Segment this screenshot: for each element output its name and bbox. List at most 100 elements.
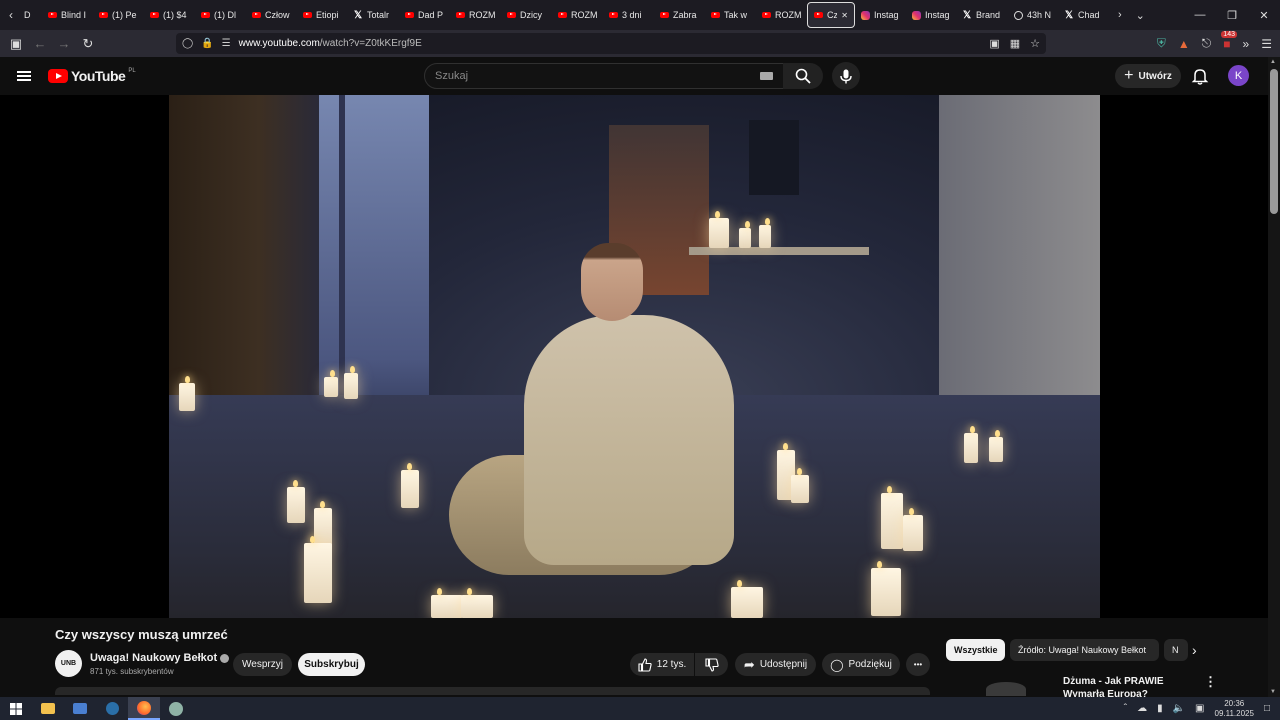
file-explorer-icon[interactable] xyxy=(32,697,64,720)
dislike-button[interactable] xyxy=(695,653,728,676)
notifications-bell-icon[interactable] xyxy=(1190,66,1210,86)
youtube-logo[interactable]: YouTube PL xyxy=(48,68,136,84)
network-app-icon[interactable] xyxy=(64,697,96,720)
browser-tab[interactable]: Instag xyxy=(855,2,906,28)
search-input[interactable]: Szukaj xyxy=(424,63,784,89)
steam-icon[interactable] xyxy=(96,697,128,720)
browser-tab[interactable]: Czy ✕ xyxy=(807,2,855,28)
browser-tab[interactable]: Tak w xyxy=(705,2,756,28)
clock[interactable]: 20:36 09.11.2025 xyxy=(1215,699,1254,719)
window-controls: — ❐ ✕ xyxy=(1184,0,1280,30)
tracking-protection-icon[interactable]: ◯ xyxy=(182,38,193,49)
scroll-down-icon[interactable]: ▼ xyxy=(1270,689,1276,695)
tray-chevron-icon[interactable]: ˆ xyxy=(1124,703,1127,714)
browser-tab[interactable]: Zabra xyxy=(654,2,705,28)
channel-name: Uwaga! Naukowy Bełkot xyxy=(90,652,218,664)
address-bar[interactable]: ◯ 🔒 ☰ www.youtube.com/watch?v=Z0tkKErgf9… xyxy=(176,33,1046,54)
description-box[interactable] xyxy=(55,687,930,695)
restore-icon[interactable]: ❐ xyxy=(1216,0,1248,30)
app-menu-icon[interactable]: ☰ xyxy=(1261,37,1272,51)
browser-tab[interactable]: ROZM xyxy=(450,2,501,28)
browser-tab[interactable]: (1) Dl xyxy=(195,2,246,28)
browser-tab[interactable]: 3 dni xyxy=(603,2,654,28)
ublock-icon[interactable]: ■ 143 xyxy=(1221,30,1237,51)
usb-icon[interactable]: ▮ xyxy=(1157,703,1163,714)
subscribe-button[interactable]: Subskrybuj xyxy=(298,653,365,676)
close-window-icon[interactable]: ✕ xyxy=(1248,0,1280,30)
minimize-icon[interactable]: — xyxy=(1184,0,1216,30)
guide-menu-icon[interactable] xyxy=(17,71,31,81)
video-frame[interactable] xyxy=(169,95,1100,618)
forward-icon[interactable]: → xyxy=(52,36,76,51)
support-button[interactable]: Wesprzyj xyxy=(233,653,292,676)
permissions-icon[interactable]: ☰ xyxy=(222,38,231,49)
bookmark-star-icon[interactable]: ☆ xyxy=(1030,37,1040,50)
firefox-taskbar-icon[interactable] xyxy=(128,697,160,720)
candle xyxy=(903,508,923,551)
close-tab-icon[interactable]: ✕ xyxy=(841,11,848,20)
voice-search-button[interactable] xyxy=(832,62,860,90)
create-button[interactable]: + Utwórz xyxy=(1115,64,1181,88)
reload-icon[interactable]: ↻ xyxy=(76,36,100,52)
browser-tab[interactable]: ROZM xyxy=(756,2,807,28)
account-avatar[interactable]: K xyxy=(1228,65,1249,86)
onedrive-icon[interactable]: ☁ xyxy=(1137,703,1147,714)
browser-tab-label: ROZM xyxy=(775,10,801,20)
lock-icon[interactable]: 🔒 xyxy=(201,38,213,49)
shield-extension-icon[interactable]: ⛨ xyxy=(1157,36,1166,51)
channel-avatar[interactable]: UNB xyxy=(55,650,82,677)
network-icon[interactable]: ▣ xyxy=(1195,703,1204,714)
browser-tab[interactable]: Blind I xyxy=(42,2,93,28)
keyboard-icon[interactable] xyxy=(760,72,773,80)
recommendation-menu-icon[interactable]: ⋮ xyxy=(1204,674,1217,690)
list-all-tabs-icon[interactable]: ⌄ xyxy=(1136,9,1145,22)
extensions-icon[interactable]: ⎋ xyxy=(1202,36,1212,51)
volume-icon[interactable]: 🔈 xyxy=(1173,703,1185,714)
more-actions-button[interactable]: ••• xyxy=(906,653,930,676)
fox-extension-icon[interactable]: ▲ xyxy=(1178,37,1190,51)
browser-tab[interactable]: 𝕏 Chad xyxy=(1059,2,1110,28)
candle xyxy=(304,536,332,603)
chip-all[interactable]: Wszystkie xyxy=(946,639,1005,661)
browser-tab[interactable]: Człow xyxy=(246,2,297,28)
browser-tab[interactable]: (1) $4 xyxy=(144,2,195,28)
overflow-menu-icon[interactable]: » xyxy=(1243,37,1250,51)
notifications-icon[interactable]: □ xyxy=(1264,703,1270,714)
browser-tab[interactable]: 43h N xyxy=(1008,2,1059,28)
browser-tab[interactable]: Dad P xyxy=(399,2,450,28)
search-button[interactable] xyxy=(783,63,823,89)
scrollbar-thumb[interactable] xyxy=(1270,69,1278,214)
tab-scroll-left-icon[interactable]: ‹ xyxy=(4,8,18,22)
browser-tab[interactable]: D xyxy=(18,2,42,28)
like-button[interactable]: 12 tys. xyxy=(630,653,694,676)
tab-scroll-right-icon[interactable]: › xyxy=(1118,9,1122,21)
scroll-up-icon[interactable]: ▲ xyxy=(1270,59,1276,65)
picture-in-picture-icon[interactable]: ▣ xyxy=(989,37,999,50)
reader-view-icon[interactable]: ▦ xyxy=(1010,37,1020,50)
browser-tab[interactable]: Instag xyxy=(906,2,957,28)
browser-tab-label: D xyxy=(24,10,31,20)
browser-tab[interactable]: 𝕏 Totalr xyxy=(348,2,399,28)
windows-start-icon[interactable] xyxy=(0,697,32,720)
browser-tab[interactable]: 𝕏 Brand xyxy=(957,2,1008,28)
chip-next[interactable]: N xyxy=(1164,639,1188,661)
page-scrollbar[interactable]: ▲ ▼ xyxy=(1268,57,1280,697)
channel-name-link[interactable]: Uwaga! Naukowy Bełkot xyxy=(90,652,230,664)
back-icon[interactable]: ← xyxy=(28,36,52,51)
browser-tab[interactable]: Etiopi xyxy=(297,2,348,28)
browser-tab[interactable]: Dzicy xyxy=(501,2,552,28)
recommendation-thumbnail[interactable] xyxy=(946,670,1046,697)
candle xyxy=(314,501,332,548)
url-text[interactable]: www.youtube.com/watch?v=Z0tkKErgf9E xyxy=(239,38,422,49)
browser-tab[interactable]: (1) Pe xyxy=(93,2,144,28)
youtube-icon xyxy=(99,12,108,18)
thanks-button[interactable]: ◯ Podziękuj xyxy=(822,653,900,676)
video-player[interactable] xyxy=(0,95,1268,618)
chip-source[interactable]: Źródło: Uwaga! Naukowy Bełkot xyxy=(1010,639,1159,661)
recommendation-title[interactable]: Dżuma - Jak PRAWIE Wymarła Europa? xyxy=(1063,675,1203,697)
share-button[interactable]: ➦ Udostępnij xyxy=(735,653,816,676)
sidebar-toggle-icon[interactable]: ▣ xyxy=(4,36,28,52)
chips-scroll-right-icon[interactable]: › xyxy=(1192,642,1197,658)
app-taskbar-icon[interactable] xyxy=(160,697,192,720)
browser-tab[interactable]: ROZM xyxy=(552,2,603,28)
